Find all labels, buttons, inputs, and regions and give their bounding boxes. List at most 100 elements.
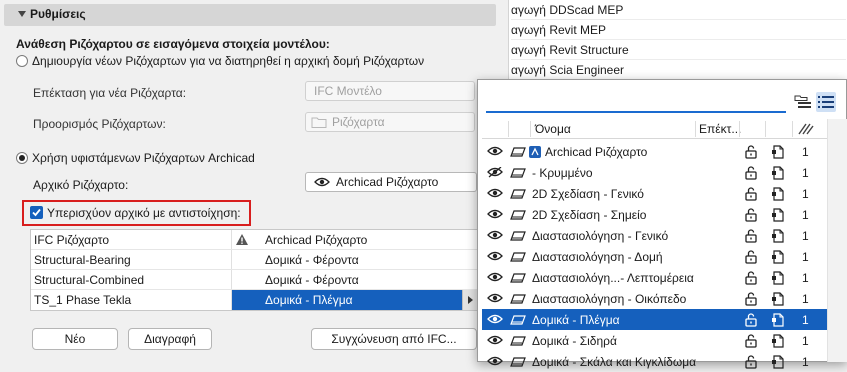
padlock-icon[interactable] (744, 187, 758, 201)
intersection-group-icon[interactable] (771, 313, 785, 327)
padlock-icon[interactable] (744, 208, 758, 222)
eye-icon[interactable] (487, 146, 503, 157)
intersection-group-icon[interactable] (771, 166, 785, 180)
wireframe-icon[interactable] (510, 294, 526, 304)
wireframe-icon[interactable] (510, 252, 526, 262)
new-button[interactable]: Νέο (32, 328, 118, 350)
list-item-label: αγωγή Scia Engineer (511, 63, 625, 77)
expand-arrow-icon[interactable] (462, 290, 477, 310)
padlock-icon[interactable] (744, 313, 758, 327)
intersection-group-icon[interactable] (771, 355, 785, 369)
layer-row[interactable]: Διαστασιολόγηση - Δομή 1 (482, 246, 827, 267)
column-header-name[interactable]: Όνομα (535, 122, 571, 136)
search-field[interactable] (486, 91, 786, 113)
table-row-selected[interactable]: TS_1 Phase Tekla Δομικά - Πλέγμα (31, 290, 477, 310)
padlock-icon[interactable] (744, 145, 758, 159)
ifc-layer-cell: TS_1 Phase Tekla (34, 293, 132, 307)
padlock-icon[interactable] (744, 229, 758, 243)
eye-icon[interactable] (487, 209, 503, 220)
use-existing-radio[interactable] (16, 152, 28, 164)
wireframe-icon[interactable] (510, 336, 526, 346)
extension-value: IFC Μοντέλο (314, 84, 382, 98)
eye-icon[interactable] (487, 188, 503, 199)
padlock-icon[interactable] (744, 271, 758, 285)
extension-label: Επέκταση για νέα Ριζόχαρτα: (33, 86, 187, 100)
merge-from-ifc-button[interactable]: Συγχώνευση από IFC... (311, 328, 477, 350)
padlock-icon[interactable] (744, 166, 758, 180)
layer-row[interactable]: Διαστασιολόγηση - Οικόπεδο 1 (482, 288, 827, 309)
intersection-group-number: 1 (802, 313, 809, 327)
wireframe-icon[interactable] (510, 315, 526, 325)
layer-row[interactable]: Δομικά - Σιδηρά 1 (482, 330, 827, 351)
eye-icon[interactable] (487, 314, 503, 325)
layer-row[interactable]: Διαστασιολόγη...- Λεπτομέρεια 1 (482, 267, 827, 288)
archicad-layer-cell[interactable]: Δομικά - Πλέγμα (265, 293, 353, 307)
search-input[interactable] (486, 91, 786, 111)
layer-row-selected[interactable]: Δομικά - Πλέγμα 1 (482, 309, 827, 330)
pen-weight-icon (798, 123, 814, 135)
layer-name: Διαστασιολόγηση - Γενικό (532, 229, 669, 243)
wireframe-icon[interactable] (510, 168, 526, 178)
settings-section-header[interactable]: Ρυθμίσεις (4, 4, 496, 26)
intersection-group-icon[interactable] (771, 334, 785, 348)
archicad-layer-cell[interactable]: Δομικά - Φέροντα (265, 253, 359, 267)
list-item[interactable]: αγωγή Revit Structure (511, 40, 846, 60)
initial-layer-dropdown[interactable]: Archicad Ριζόχαρτο (305, 172, 477, 192)
delete-button[interactable]: Διαγραφή (128, 328, 212, 350)
layer-row[interactable]: Archicad Ριζόχαρτο 1 (482, 141, 827, 162)
archicad-icon[interactable] (529, 146, 541, 158)
layer-row[interactable]: 2D Σχεδίαση - Γενικό 1 (482, 183, 827, 204)
eye-icon[interactable] (487, 293, 503, 304)
create-new-radio[interactable] (16, 55, 28, 67)
intersection-group-icon[interactable] (771, 229, 785, 243)
archicad-layer-cell[interactable]: Δομικά - Φέροντα (265, 273, 359, 287)
collapse-triangle-icon[interactable] (18, 11, 26, 17)
wireframe-icon[interactable] (510, 147, 526, 157)
list-item-label: αγωγή Revit MEP (511, 23, 606, 37)
padlock-icon[interactable] (744, 292, 758, 306)
wireframe-icon[interactable] (510, 357, 526, 367)
list-item[interactable]: αγωγή Scia Engineer (511, 60, 846, 80)
intersection-group-icon[interactable] (771, 187, 785, 201)
list-item[interactable]: αγωγή DDScad MEP (511, 0, 846, 20)
column-divider (695, 121, 696, 137)
table-header-row: IFC Ριζόχαρτο Archicad Ριζόχαρτο (31, 230, 477, 250)
wireframe-icon[interactable] (510, 210, 526, 220)
initial-layer-value: Archicad Ριζόχαρτο (336, 175, 439, 189)
destination-label: Προορισμός Ριζόχαρτων: (33, 117, 166, 131)
destination-value: Ριζόχαρτα (332, 115, 385, 129)
intersection-group-icon[interactable] (771, 271, 785, 285)
layer-row[interactable]: Διαστασιολόγηση - Γενικό 1 (482, 225, 827, 246)
layer-name: Δομικά - Σκάλα και Κιγκλίδωμα (532, 355, 697, 369)
intersection-group-icon[interactable] (771, 292, 785, 306)
wireframe-icon[interactable] (510, 273, 526, 283)
layer-name: Archicad Ριζόχαρτο (545, 145, 648, 159)
eye-icon[interactable] (487, 335, 503, 346)
override-checkbox[interactable] (30, 206, 43, 219)
layer-name: Δομικά - Σιδηρά (532, 334, 617, 348)
layer-row[interactable]: 2D Σχεδίαση - Σημείο 1 (482, 204, 827, 225)
section-title: Ρυθμίσεις (30, 7, 86, 21)
folder-view-button[interactable] (793, 92, 813, 112)
table-row[interactable]: Structural-Combined Δομικά - Φέροντα (31, 270, 477, 290)
intersection-group-icon[interactable] (771, 208, 785, 222)
wireframe-icon[interactable] (510, 231, 526, 241)
wireframe-icon[interactable] (510, 189, 526, 199)
list-view-button[interactable] (816, 92, 836, 112)
intersection-group-icon[interactable] (771, 250, 785, 264)
eye-icon[interactable] (487, 251, 503, 262)
list-item[interactable]: αγωγή Revit MEP (511, 20, 846, 40)
table-row[interactable]: Structural-Bearing Δομικά - Φέροντα (31, 250, 477, 270)
padlock-icon[interactable] (744, 334, 758, 348)
eye-icon[interactable] (487, 230, 503, 241)
padlock-icon[interactable] (744, 355, 758, 369)
layer-row[interactable]: - Κρυμμένο 1 (482, 162, 827, 183)
column-header-archicad: Archicad Ριζόχαρτο (265, 233, 368, 247)
column-header-extension[interactable]: Επέκτ... (699, 122, 741, 136)
intersection-group-icon[interactable] (771, 145, 785, 159)
eye-icon[interactable] (487, 272, 503, 283)
column-divider (530, 121, 531, 137)
padlock-icon[interactable] (744, 250, 758, 264)
eye-hidden-icon[interactable] (487, 167, 503, 178)
list-scrollbar[interactable] (827, 119, 847, 362)
